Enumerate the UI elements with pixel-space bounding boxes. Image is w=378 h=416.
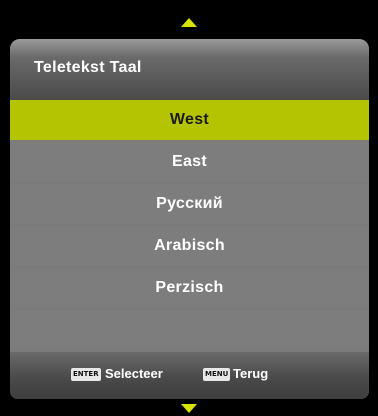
enter-key-icon: ENTER xyxy=(71,368,101,381)
osd-screen: Teletekst Taal West East Русский Arabisc… xyxy=(0,0,378,416)
menu-item-arabic[interactable]: Arabisch xyxy=(10,226,369,266)
scroll-up-arrow-icon[interactable] xyxy=(181,18,197,27)
teletext-language-menu: Teletekst Taal West East Русский Arabisc… xyxy=(10,39,369,399)
menu-key-icon: MENU xyxy=(203,368,231,381)
language-list: West East Русский Arabisch Perzisch xyxy=(10,100,369,350)
menu-item-west[interactable]: West xyxy=(10,100,369,140)
back-hint-label[interactable]: Terug xyxy=(233,365,268,383)
menu-item-empty xyxy=(10,310,369,348)
menu-item-russian[interactable]: Русский xyxy=(10,184,369,224)
menu-item-east[interactable]: East xyxy=(10,142,369,182)
select-hint-label[interactable]: Selecteer xyxy=(105,365,163,383)
scroll-down-arrow-icon[interactable] xyxy=(181,404,197,413)
menu-title: Teletekst Taal xyxy=(34,59,142,76)
menu-item-persian[interactable]: Perzisch xyxy=(10,268,369,308)
menu-title-bar: Teletekst Taal xyxy=(10,39,369,100)
menu-footer: ENTER Selecteer MENU Terug xyxy=(10,352,369,399)
